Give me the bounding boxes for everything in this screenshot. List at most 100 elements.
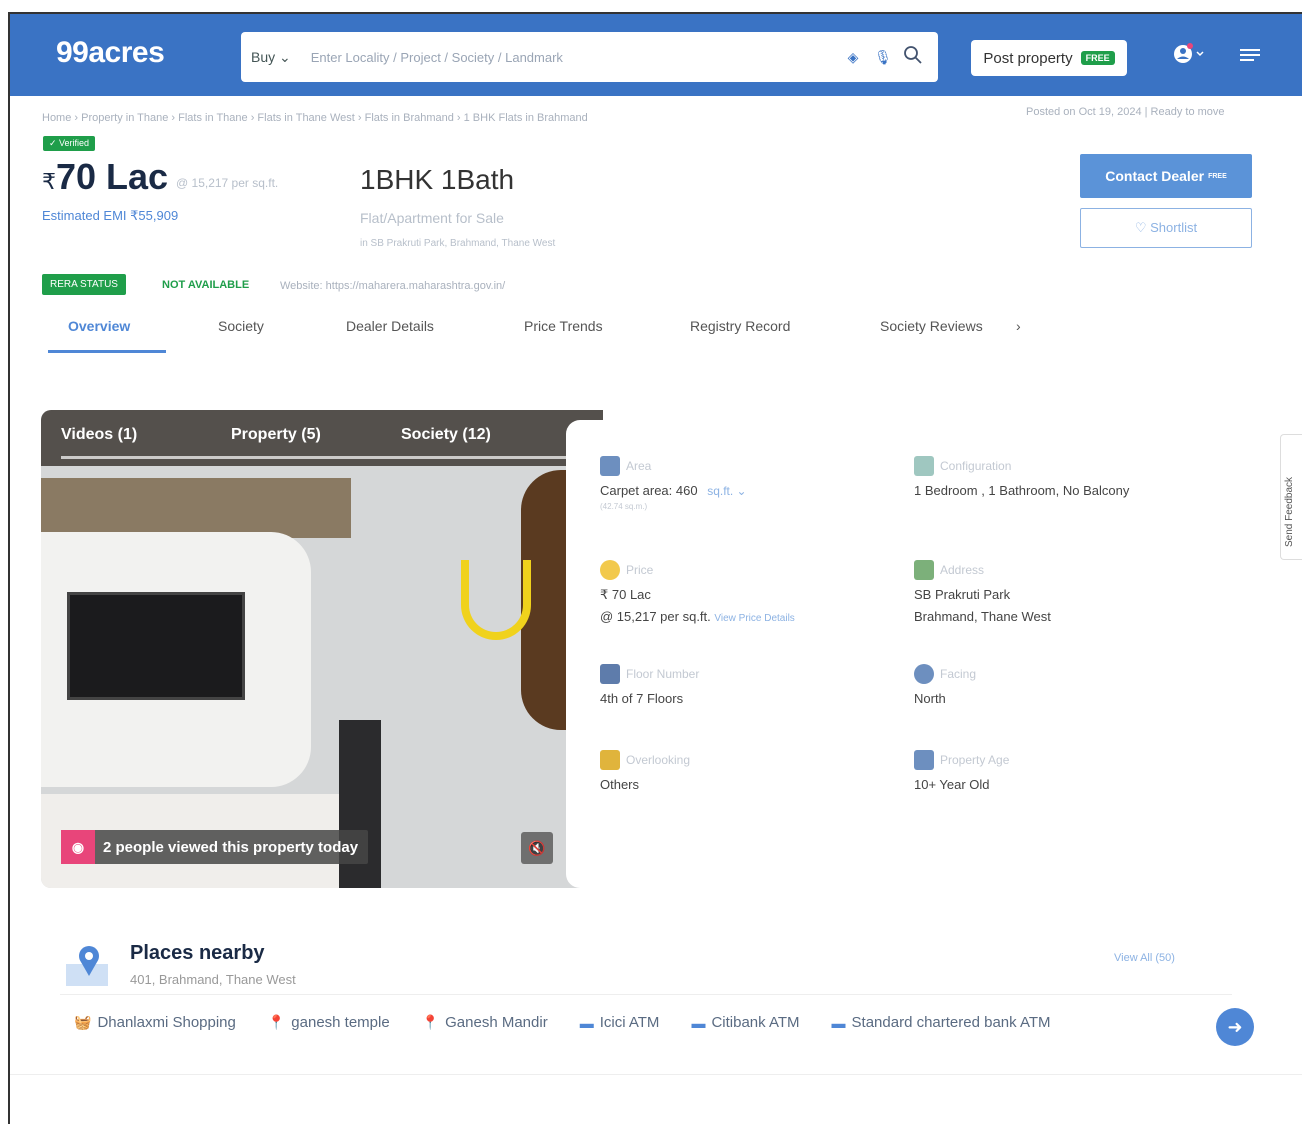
mute-icon[interactable]: 🔇: [521, 832, 553, 864]
address-value2: Brahmand, Thane West: [914, 609, 1051, 624]
place-chip[interactable]: ▬ Standard chartered bank ATM: [832, 1014, 1051, 1031]
send-feedback-tab[interactable]: Send Feedback: [1280, 434, 1302, 560]
gallery-tab-society[interactable]: Society (12): [401, 426, 571, 459]
site-logo[interactable]: 99acres: [56, 36, 165, 70]
area-value: Carpet area: 460: [600, 483, 698, 498]
places-nearby-title: Places nearby: [130, 942, 265, 964]
floor-number-icon: [600, 664, 620, 684]
detail-configuration: Configuration 1 Bedroom , 1 Bathroom, No…: [914, 456, 1129, 502]
places-next-arrow-icon[interactable]: ➜: [1216, 1008, 1254, 1046]
browser-frame: 99acres Buy ⌄ Enter Locality / Project /…: [8, 12, 1302, 1124]
atm-icon: ▬: [579, 1014, 594, 1031]
tabs-next-chevron-icon[interactable]: ›: [1016, 318, 1021, 334]
free-badge: FREE: [1080, 51, 1115, 65]
atm-icon: ▬: [691, 1014, 706, 1031]
rupee-symbol: ₹: [42, 169, 56, 194]
property-type: Flat/Apartment for Sale: [360, 210, 504, 226]
tab-overview[interactable]: Overview: [68, 318, 130, 334]
views-today-text: 2 people viewed this property today: [103, 838, 359, 856]
place-chip-label: Dhanlaxmi Shopping: [97, 1014, 236, 1031]
place-chip[interactable]: 📍 ganesh temple: [268, 1014, 390, 1031]
detail-price: Price ₹ 70 Lac @ 15,217 per sq.ft. View P…: [600, 560, 795, 630]
tab-dealer-details[interactable]: Dealer Details: [346, 318, 434, 334]
place-chip[interactable]: 📍 Ganesh Mandir: [422, 1014, 548, 1031]
facing-value: North: [914, 691, 946, 706]
rera-status-badge[interactable]: RERA STATUS: [42, 274, 126, 295]
search-bar[interactable]: Buy ⌄ Enter Locality / Project / Society…: [241, 32, 938, 82]
gallery-tab-videos[interactable]: Videos (1): [61, 426, 231, 459]
shopping-icon: 🧺: [74, 1014, 92, 1030]
detail-property-age: Property Age 10+ Year Old: [914, 750, 1009, 796]
property-address: in SB Prakruti Park, Brahmand, Thane Wes…: [360, 238, 556, 249]
contact-free-badge: FREE: [1208, 172, 1227, 180]
detail-facing: Facing North: [914, 664, 976, 710]
search-icon[interactable]: [898, 45, 928, 70]
floor-value: 4th of 7 Floors: [600, 691, 684, 706]
configuration-label: Configuration: [940, 459, 1012, 473]
area-label: Area: [626, 459, 652, 473]
microphone-icon[interactable]: 🎙: [868, 49, 898, 66]
shortlist-button[interactable]: ♡ Shortlist: [1080, 208, 1252, 248]
area-value-row: Carpet area: 460 sq.ft. ⌄: [600, 480, 747, 502]
detail-area: Area Carpet area: 460 sq.ft. ⌄ (42.74 sq…: [600, 456, 747, 511]
place-chip-label: Ganesh Mandir: [445, 1014, 548, 1031]
contact-dealer-button[interactable]: Contact Dealer FREE: [1080, 154, 1252, 198]
tab-price-trends[interactable]: Price Trends: [524, 318, 603, 334]
address-value1: SB Prakruti Park: [914, 587, 1011, 602]
property-media-gallery[interactable]: Videos (1) Property (5) Society (12) ◉ 2…: [41, 410, 603, 888]
price-detail-value2-row: @ 15,217 per sq.ft. View Price Details: [600, 606, 795, 630]
tab-society[interactable]: Society: [218, 318, 264, 334]
tab-society-reviews[interactable]: Society Reviews: [880, 318, 983, 334]
listing-config: 1BHK 1Bath: [360, 164, 515, 195]
place-chip[interactable]: ▬ Icici ATM: [580, 1014, 660, 1031]
active-tab-indicator: [48, 350, 166, 353]
hamburger-menu-icon[interactable]: [1240, 44, 1262, 70]
estimated-emi-link[interactable]: Estimated EMI ₹55,909: [42, 208, 178, 224]
price-label: Price: [626, 563, 654, 577]
place-chip[interactable]: ▬ Citibank ATM: [691, 1014, 799, 1031]
area-sub: (42.74 sq.m.): [600, 502, 648, 511]
search-input[interactable]: Enter Locality / Project / Society / Lan…: [311, 50, 838, 65]
price-detail-value2: @ 15,217 per sq.ft.: [600, 609, 711, 624]
gallery-photo-stone-panel: [41, 478, 351, 538]
atm-icon: ▬: [831, 1014, 846, 1031]
tab-registry-record[interactable]: Registry Record: [690, 318, 790, 334]
place-chip-label: ganesh temple: [291, 1014, 390, 1031]
gallery-photo-tv: [67, 592, 245, 700]
area-unit-dropdown[interactable]: sq.ft. ⌄: [707, 484, 746, 498]
gallery-photo-garland: [461, 560, 531, 640]
location-pin-icon: 📍: [421, 1014, 440, 1030]
place-chip-label: Icici ATM: [599, 1014, 660, 1031]
places-chip-list: 🧺 Dhanlaxmi Shopping 📍 ganesh temple 📍 Gane…: [74, 1014, 1224, 1031]
place-chip[interactable]: 🧺 Dhanlaxmi Shopping: [74, 1014, 236, 1031]
view-price-details-link[interactable]: View Price Details: [714, 613, 794, 624]
property-age-icon: [914, 750, 934, 770]
rera-website-link[interactable]: Website: https://maharera.maharashtra.go…: [280, 280, 505, 292]
post-property-button[interactable]: Post property FREE: [971, 40, 1127, 76]
places-map-pin-icon: [64, 942, 110, 988]
buy-dropdown[interactable]: Buy ⌄: [251, 49, 291, 66]
top-header: 99acres Buy ⌄ Enter Locality / Project /…: [10, 14, 1302, 96]
eye-icon: ◉: [61, 830, 95, 864]
view-all-places-link[interactable]: View All (50): [1114, 952, 1175, 964]
send-feedback-label: Send Feedback: [1284, 476, 1295, 547]
gallery-tab-property[interactable]: Property (5): [231, 426, 401, 459]
user-account-icon[interactable]: [1172, 42, 1206, 72]
area-icon: [600, 456, 620, 476]
location-pin-icon: 📍: [267, 1014, 286, 1030]
facing-label: Facing: [940, 667, 977, 681]
bottom-divider: [10, 1074, 1302, 1075]
overlooking-window-icon: [600, 750, 620, 770]
price-detail-value1: ₹ 70 Lac: [600, 587, 651, 602]
overlooking-label: Overlooking: [626, 753, 691, 767]
contact-dealer-label: Contact Dealer: [1105, 168, 1205, 184]
detail-overlooking: Overlooking Others: [600, 750, 690, 796]
property-age-value: 10+ Year Old: [914, 777, 990, 792]
address-label: Address: [940, 563, 985, 577]
places-divider: [60, 994, 1232, 995]
section-tabs: Overview Society Dealer Details Price Tr…: [48, 310, 1048, 356]
price-tag-icon: [600, 560, 620, 580]
locate-me-icon[interactable]: ◈: [838, 49, 868, 66]
gallery-tabs: Videos (1) Property (5) Society (12): [61, 426, 571, 459]
breadcrumb[interactable]: Home › Property in Thane › Flats in Than…: [42, 112, 588, 124]
